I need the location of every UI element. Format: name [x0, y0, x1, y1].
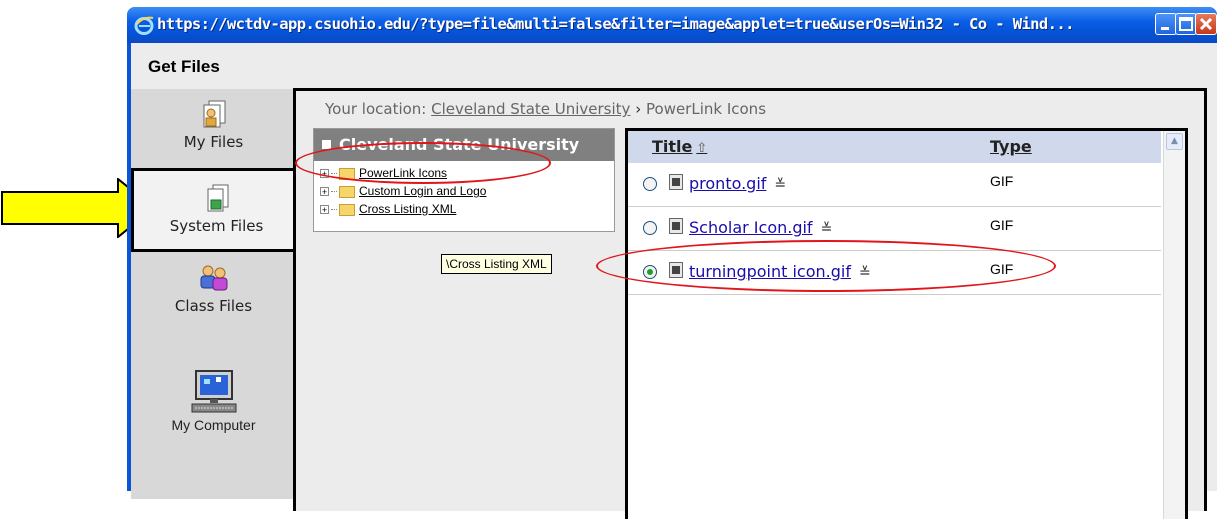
tree-item-label[interactable]: PowerLink Icons — [359, 166, 447, 180]
file-type: GIF — [990, 173, 1014, 189]
table-row[interactable]: Scholar Icon.gif ≚ GIF — [628, 207, 1161, 251]
tree-item-powerlink-icons[interactable]: + PowerLink Icons — [314, 164, 614, 182]
maximize-icon — [1179, 17, 1193, 31]
file-name-link[interactable]: pronto.gif ≚ — [689, 174, 786, 193]
file-icon — [669, 262, 683, 278]
my-files-icon — [203, 100, 225, 128]
tree-item-label[interactable]: Custom Login and Logo — [359, 184, 486, 198]
sidebar-item-system-files[interactable]: System Files — [131, 168, 299, 252]
dialog-body: Get Files My Files System Files Class Fi… — [131, 43, 1217, 519]
file-list: Title ⇧ Type pronto.gif ≚ GIF Scholar Icon… — [625, 128, 1188, 519]
file-radio-button[interactable] — [643, 221, 657, 235]
sidebar-item-my-files[interactable]: My Files — [131, 99, 296, 169]
file-list-header: Title ⇧ Type — [628, 131, 1161, 163]
tree-item-custom-login-and-logo[interactable]: + Custom Login and Logo — [314, 182, 614, 200]
expand-icon[interactable]: + — [320, 187, 329, 197]
class-files-icon — [200, 265, 227, 291]
browser-window: https://wctdv-app.csuohio.edu/?type=file… — [127, 7, 1217, 519]
scroll-up-icon[interactable]: ▲ — [1166, 133, 1183, 150]
tree-header-label: Cleveland State University — [339, 135, 580, 154]
folder-icon — [339, 185, 355, 198]
download-icon[interactable]: ≚ — [821, 221, 833, 237]
minimize-button[interactable] — [1155, 13, 1177, 35]
sidebar-item-label: Class Files — [174, 297, 253, 315]
breadcrumb-separator: › — [635, 100, 642, 118]
tree-root-icon — [322, 140, 331, 149]
minimize-icon — [1161, 27, 1169, 30]
column-title-label: Title — [652, 137, 693, 156]
folder-icon — [339, 167, 355, 180]
download-icon[interactable]: ≚ — [774, 177, 786, 193]
system-files-icon — [207, 184, 228, 212]
tree-header[interactable]: Cleveland State University — [314, 129, 614, 161]
file-type: GIF — [990, 261, 1014, 277]
table-row[interactable]: pronto.gif ≚ GIF — [628, 163, 1161, 207]
expand-icon[interactable]: + — [320, 205, 329, 215]
tree-item-cross-listing-xml[interactable]: + Cross Listing XML — [314, 200, 614, 218]
breadcrumb: Your location: Cleveland State Universit… — [325, 100, 766, 118]
file-radio-button[interactable] — [643, 177, 657, 191]
file-name-link[interactable]: turningpoint icon.gif ≚ — [689, 262, 871, 281]
breadcrumb-prefix: Your location: — [325, 100, 427, 118]
folder-tree: Cleveland State University + PowerLink Ic… — [313, 128, 615, 232]
file-name[interactable]: turningpoint icon.gif — [689, 262, 851, 281]
tree-tooltip: \Cross Listing XML — [441, 254, 552, 274]
close-icon — [1199, 17, 1213, 31]
file-type: GIF — [990, 217, 1014, 233]
file-name-link[interactable]: Scholar Icon.gif ≚ — [689, 218, 832, 237]
file-icon — [669, 174, 683, 190]
folder-icon — [339, 203, 355, 216]
column-header-title[interactable]: Title ⇧ — [652, 137, 707, 156]
sidebar-item-class-files[interactable]: Class Files — [131, 261, 296, 341]
internet-explorer-icon — [134, 16, 154, 35]
dialog-title: Get Files — [148, 57, 220, 76]
table-row[interactable]: turningpoint icon.gif ≚ GIF — [628, 251, 1161, 295]
file-name[interactable]: Scholar Icon.gif — [689, 218, 813, 237]
window-title: https://wctdv-app.csuohio.edu/?type=file… — [157, 15, 1074, 33]
sort-ascending-icon: ⇧ — [696, 141, 708, 156]
sidebar-item-my-computer[interactable]: My Computer — [131, 369, 296, 469]
breadcrumb-link[interactable]: Cleveland State University — [431, 100, 630, 118]
file-name[interactable]: pronto.gif — [689, 174, 766, 193]
maximize-button[interactable] — [1175, 13, 1197, 35]
file-browser-panel: Your location: Cleveland State Universit… — [293, 88, 1207, 519]
file-radio-button-selected[interactable] — [643, 265, 657, 279]
download-icon[interactable]: ≚ — [859, 265, 871, 281]
my-computer-icon — [191, 370, 236, 413]
sidebar: My Files System Files Class Files My Com… — [131, 89, 299, 499]
close-button[interactable] — [1195, 13, 1217, 35]
vertical-scrollbar[interactable]: ▲ — [1163, 131, 1185, 519]
title-bar[interactable]: https://wctdv-app.csuohio.edu/?type=file… — [127, 7, 1217, 43]
sidebar-item-label: My Computer — [171, 417, 256, 433]
breadcrumb-current: PowerLink Icons — [646, 100, 767, 118]
file-icon — [669, 218, 683, 234]
tree-item-label[interactable]: Cross Listing XML — [359, 202, 456, 216]
expand-icon[interactable]: + — [320, 169, 329, 179]
column-header-type[interactable]: Type — [990, 137, 1032, 156]
sidebar-item-label: System Files — [169, 217, 264, 235]
sidebar-item-label: My Files — [183, 133, 244, 151]
